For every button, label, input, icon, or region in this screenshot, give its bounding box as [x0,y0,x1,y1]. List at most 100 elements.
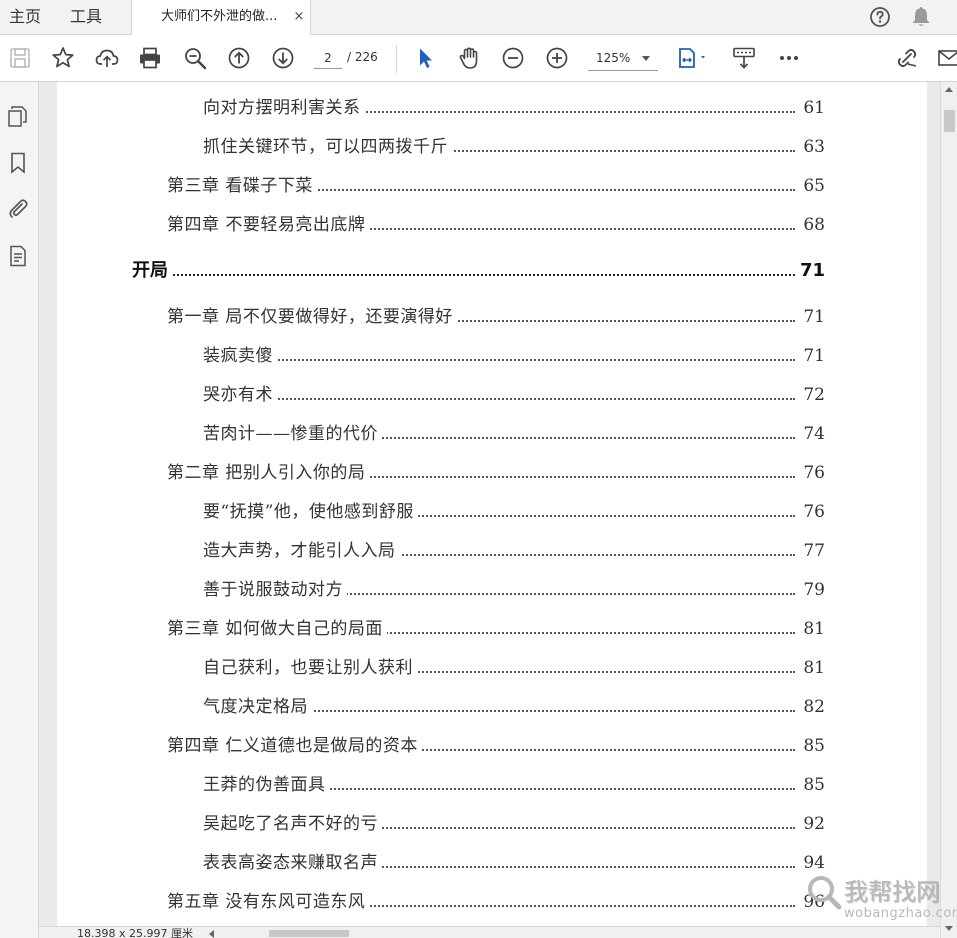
toc-entry-title: 第五章 没有东风可造东风 [167,889,370,915]
toc-entry-page: 76 [795,460,825,486]
scroll-up-arrow-icon[interactable] [945,87,953,92]
toc-entry-page: 92 [795,811,825,837]
toc-section-entry: 自己获利，也要让别人获利 81 [203,655,825,681]
pdf-page: 向对方摆明利害关系 61 抓住关键环节，可以四两拨千斤 63 第三章 看碟子下菜 65 第四… [57,82,927,929]
toc-section-entry: 王莽的伪善面具 85 [203,772,825,798]
toc-section-entry: 吴起吃了名声不好的亏 92 [203,811,825,837]
toc-entry-title: 造大声势，才能引人入局 [203,538,400,564]
navigation-pane [0,82,39,938]
upload-cloud-icon[interactable] [94,45,120,71]
toc-chapter-entry: 第三章 看碟子下菜 65 [167,173,825,199]
document-view: 向对方摆明利害关系 61 抓住关键环节，可以四两拨千斤 63 第三章 看碟子下菜 65 第四… [39,82,940,929]
page-down-icon[interactable] [270,45,296,71]
toc-section-entry: 苦肉计——惨重的代价 74 [203,421,825,447]
mail-icon[interactable] [936,45,957,71]
page-total-label: / 226 [347,50,378,64]
fit-page-icon[interactable] [676,45,712,71]
toc-entry-title: 自己获利，也要让别人获利 [203,655,417,681]
toolbar-divider [396,45,397,73]
zoom-out-search-icon[interactable] [182,45,208,71]
toc-chapter-entry: 第四章 不要轻易亮出底牌 68 [167,212,825,238]
toc-entry-title: 哭亦有术 [203,382,277,408]
scroll-left-arrow-icon[interactable] [209,930,214,938]
toc-entry-title: 第一章 局不仅要做得好，还要演得好 [167,304,457,330]
document-tab[interactable]: 大师们不外泄的做... × [131,0,311,36]
page-up-icon[interactable] [226,45,252,71]
toc-entry-page: 74 [795,421,825,447]
zoom-plus-icon[interactable] [544,45,570,71]
zoom-minus-icon[interactable] [500,45,526,71]
scroll-mode-icon[interactable] [731,45,757,71]
toc-entry-title: 气度决定格局 [203,694,312,720]
toc-entry-page: 79 [795,577,825,603]
toc-chapter-entry: 第一章 局不仅要做得好，还要演得好 71 [167,304,825,330]
print-icon[interactable] [137,45,163,71]
toc-entry-page: 81 [795,616,825,642]
hand-tool-icon[interactable] [456,45,482,71]
save-icon[interactable] [7,45,33,71]
watermark: 我帮找网 wobangzhao.com [800,868,957,930]
toc-section-entry: 要“抚摸”他，使他感到舒服 76 [203,499,825,525]
toc-entry-title: 开局 [132,258,172,284]
toc-section-entry: 向对方摆明利害关系 61 [203,95,825,121]
page-thumbnails-icon[interactable] [6,104,30,128]
main-toolbar: / 226 125% [0,35,957,82]
toc-entry-page: 63 [795,134,825,160]
more-icon[interactable] [776,45,802,71]
toc-entry-page: 77 [795,538,825,564]
toc-dot-leader [203,398,795,400]
toc-entry-page: 71 [795,343,825,369]
chevron-down-icon [642,56,650,61]
toc-entry-page: 76 [795,499,825,525]
bookmarks-icon[interactable] [6,151,30,175]
tab-tools[interactable]: 工具 [70,0,102,35]
toc-entry-page: 81 [795,655,825,681]
toc-section-entry: 表表高姿态来赚取名声 94 [203,850,825,876]
toc-section-entry: 造大声势，才能引人入局 77 [203,538,825,564]
toc-entry-title: 第四章 不要轻易亮出底牌 [167,212,370,238]
toc-section-entry: 装疯卖傻 71 [203,343,825,369]
toc-entry-page: 85 [795,772,825,798]
bell-icon[interactable] [910,5,932,29]
toc-entry-title: 第三章 如何做大自己的局面 [167,616,387,642]
toc-chapter-entry: 第二章 把别人引入你的局 76 [167,460,825,486]
toc-section-entry: 抓住关键环节，可以四两拨千斤 63 [203,134,825,160]
toc-entry-title: 向对方摆明利害关系 [203,95,365,121]
magnifier-logo-icon [808,876,842,910]
vertical-scrollbar[interactable] [940,82,957,938]
watermark-url: wobangzhao.com [844,906,957,921]
watermark-text: 我帮找网 [844,878,940,906]
toc-entry-page: 71 [795,304,825,330]
bookmark-star-icon[interactable] [50,45,76,71]
tab-bar: 主页 工具 大师们不外泄的做... × [0,0,957,36]
toc-entry-title: 吴起吃了名声不好的亏 [203,811,382,837]
zoom-level-select[interactable]: 125% [588,47,658,71]
horizontal-scroll-thumb[interactable] [269,930,349,937]
document-tab-title: 大师们不外泄的做... [161,9,278,24]
toc-entry-page: 71 [795,258,825,284]
tab-home[interactable]: 主页 [9,0,41,35]
toc-entry-title: 表表高姿态来赚取名声 [203,850,382,876]
pdf-reader-window: 主页 工具 大师们不外泄的做... × 2 / 226 125% 向对方摆明利害… [0,0,957,938]
document-properties-icon[interactable] [6,244,30,268]
toc-entry-title: 苦肉计——惨重的代价 [203,421,382,447]
sign-icon[interactable] [894,45,920,71]
help-icon[interactable] [869,6,891,28]
select-pointer-icon[interactable] [412,45,438,71]
toc-chapter-entry: 第四章 仁义道德也是做局的资本 85 [167,733,825,759]
close-tab-icon[interactable]: × [292,10,306,24]
toc-section-entry: 气度决定格局 82 [203,694,825,720]
toc-entry-page: 85 [795,733,825,759]
toc-entry-title: 抓住关键环节，可以四两拨千斤 [203,134,452,160]
toc-entry-title: 第三章 看碟子下菜 [167,173,317,199]
toc-part-entry: 开局 71 [132,258,825,284]
attachments-icon[interactable] [6,196,30,220]
toc-entry-page: 65 [795,173,825,199]
toc-entry-title: 要“抚摸”他，使他感到舒服 [203,499,418,525]
toc-entry-title: 装疯卖傻 [203,343,277,369]
toc-chapter-entry: 第五章 没有东风可造东风 96 [167,889,825,915]
toc-entry-page: 61 [795,95,825,121]
page-number-input[interactable] [314,47,342,69]
toc-section-entry: 善于说服鼓动对方 79 [203,577,825,603]
vertical-scroll-thumb[interactable] [944,110,955,132]
